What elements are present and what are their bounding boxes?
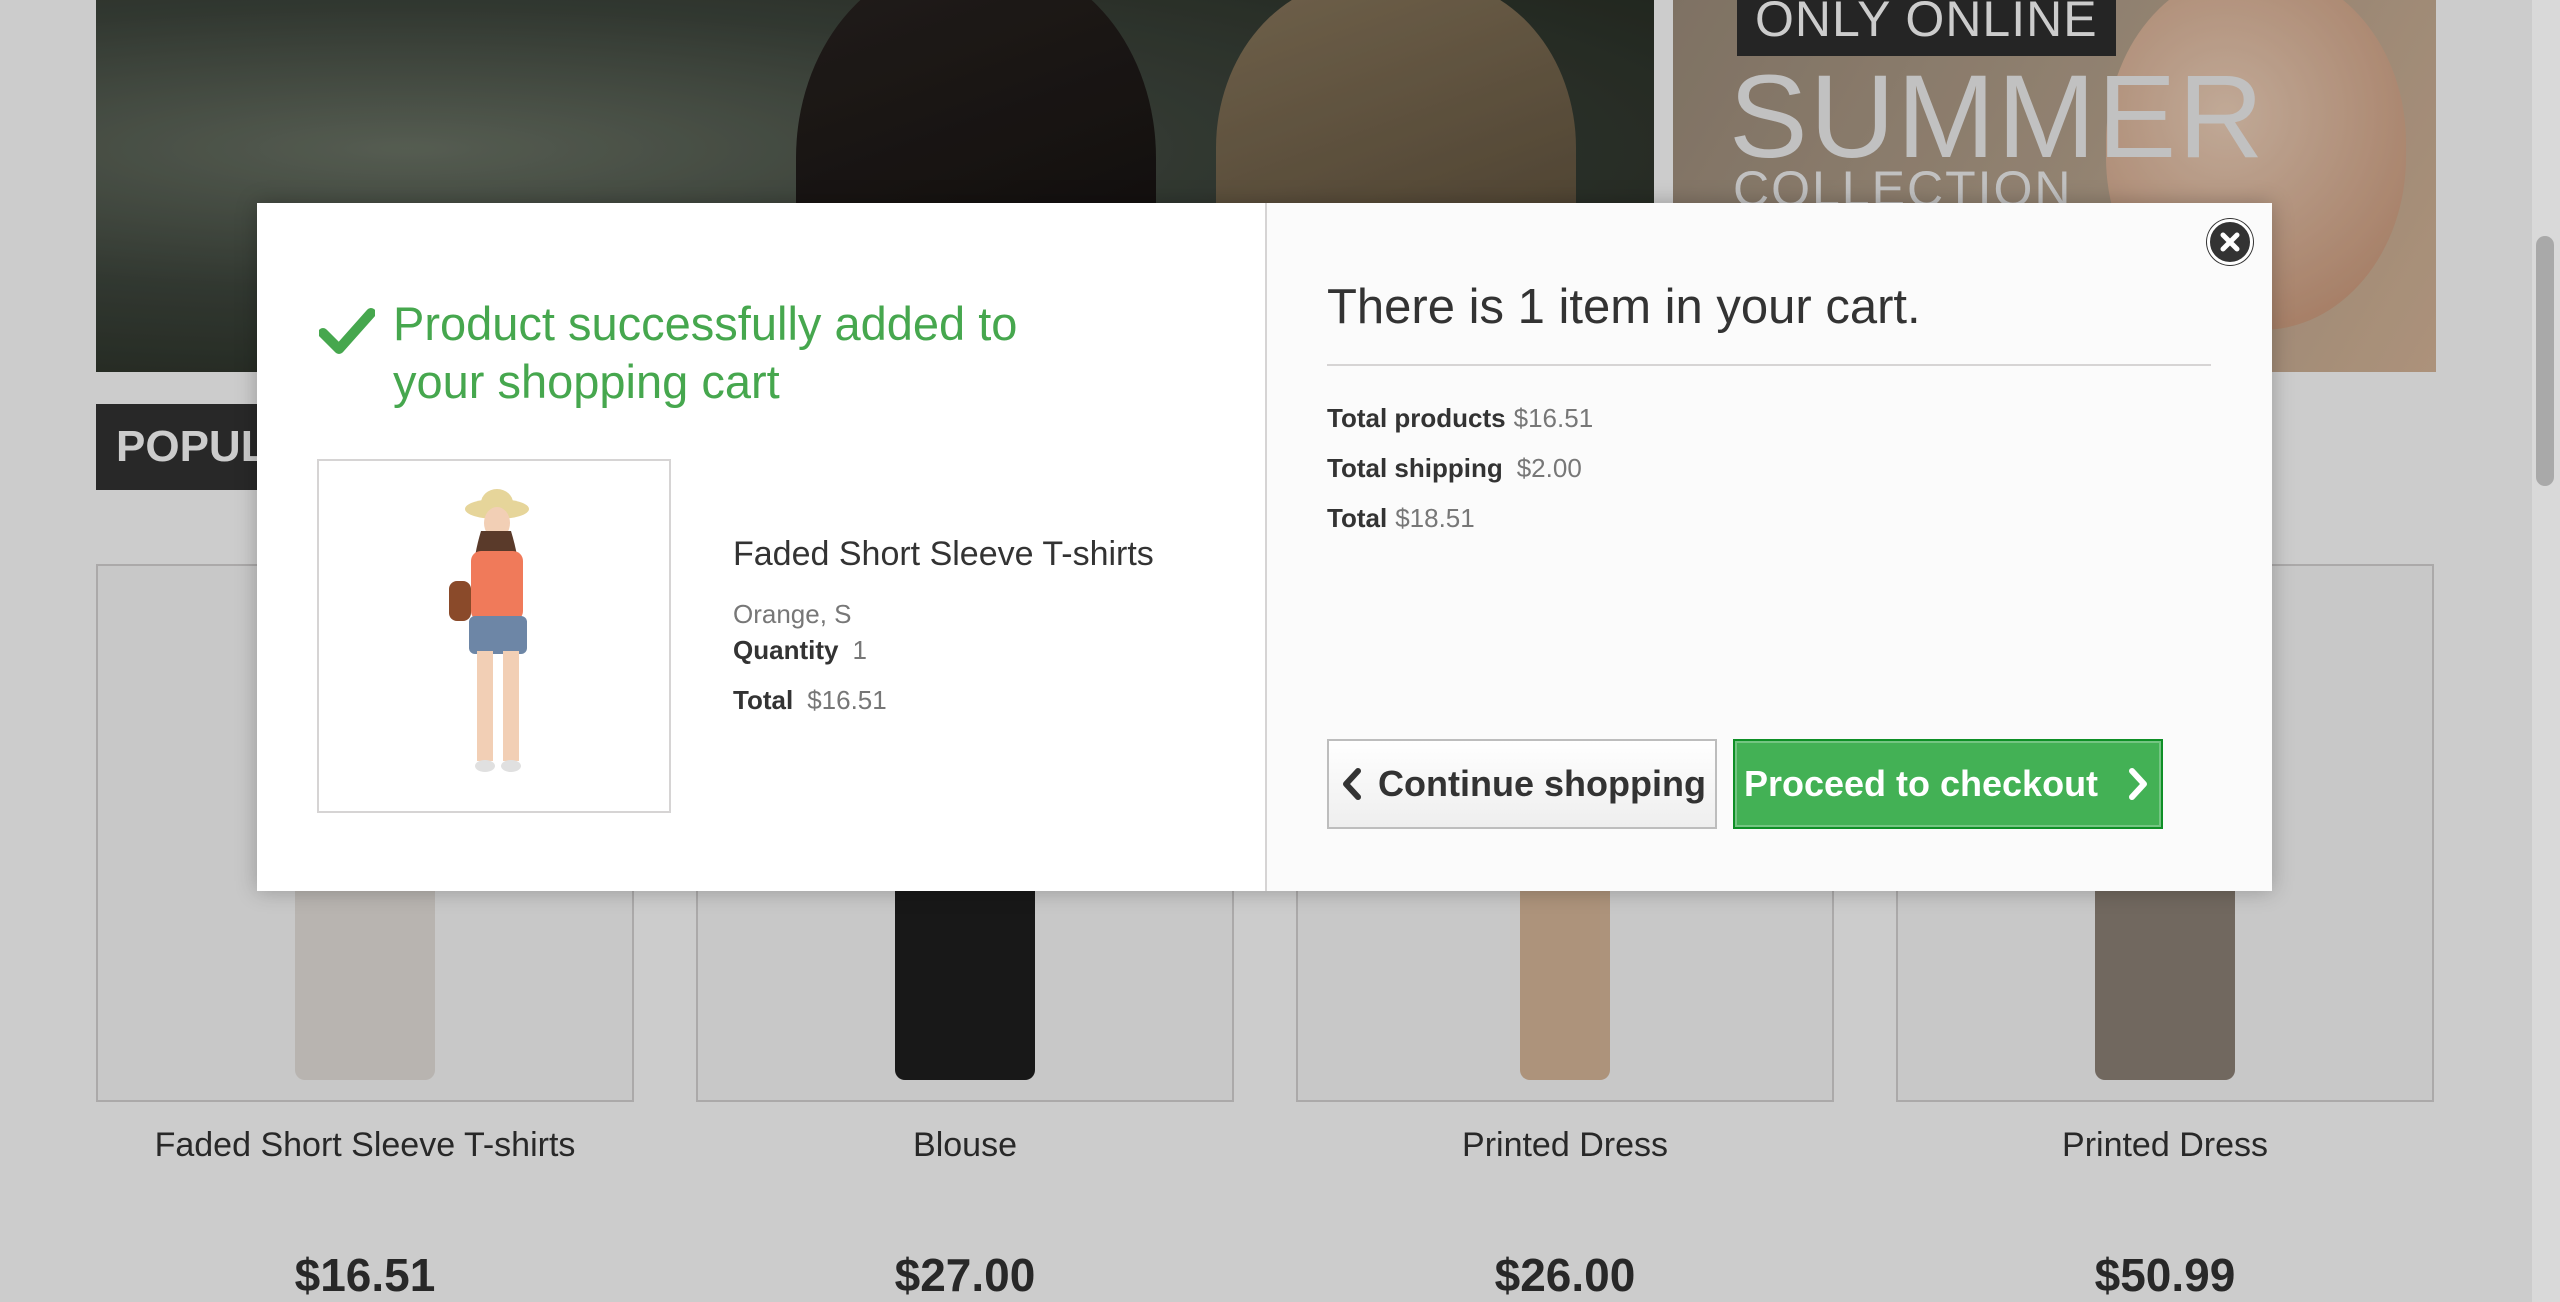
product-total-label: Total: [733, 685, 794, 715]
check-icon: [319, 308, 375, 354]
cart-total-value: $18.51: [1395, 503, 1475, 533]
scrollbar-track[interactable]: [2532, 0, 2560, 1302]
total-products-label: Total products: [1327, 403, 1506, 433]
product-thumbnail-graphic: [449, 489, 529, 772]
product-total-value: $16.51: [807, 685, 887, 715]
cart-product-total: Total $16.51: [733, 685, 887, 716]
close-icon: [2220, 232, 2240, 252]
modal-cart-summary-panel: There is 1 item in your cart. Total prod…: [1265, 203, 2272, 891]
close-modal-button[interactable]: [2207, 219, 2253, 265]
summary-total-products: Total products $16.51: [1327, 403, 1593, 434]
cart-product-image: [317, 459, 671, 813]
chevron-right-icon: [2129, 768, 2148, 800]
continue-shopping-button[interactable]: Continue shopping: [1327, 739, 1717, 829]
summary-total: Total $18.51: [1327, 503, 1475, 534]
quantity-value: 1: [852, 635, 867, 665]
add-to-cart-modal: Product successfully added to your shopp…: [257, 203, 2272, 891]
proceed-to-checkout-label: Proceed to checkout: [1743, 763, 2099, 804]
modal-product-panel: Product successfully added to your shopp…: [257, 203, 1265, 891]
cart-product-quantity: Quantity 1: [733, 635, 867, 666]
continue-shopping-label: Continue shopping: [1378, 763, 1706, 804]
proceed-to-checkout-button[interactable]: Proceed to checkout: [1733, 739, 2163, 829]
total-shipping-value: $2.00: [1516, 453, 1582, 483]
cart-product-attributes: Orange, S: [733, 599, 852, 629]
scrollbar-thumb[interactable]: [2536, 236, 2554, 486]
quantity-label: Quantity: [733, 635, 839, 665]
total-products-value: $16.51: [1513, 403, 1594, 433]
total-shipping-label: Total shipping: [1327, 453, 1503, 483]
divider: [1327, 364, 2211, 366]
cart-total-label: Total: [1327, 503, 1388, 533]
cart-product-name: Faded Short Sleeve T-shirts: [733, 535, 1154, 573]
success-message: Product successfully added to your shopp…: [393, 297, 1018, 408]
cart-count-heading: There is 1 item in your cart.: [1327, 280, 1921, 334]
chevron-left-icon: [1343, 768, 1362, 800]
summary-total-shipping: Total shipping $2.00: [1327, 453, 1582, 484]
